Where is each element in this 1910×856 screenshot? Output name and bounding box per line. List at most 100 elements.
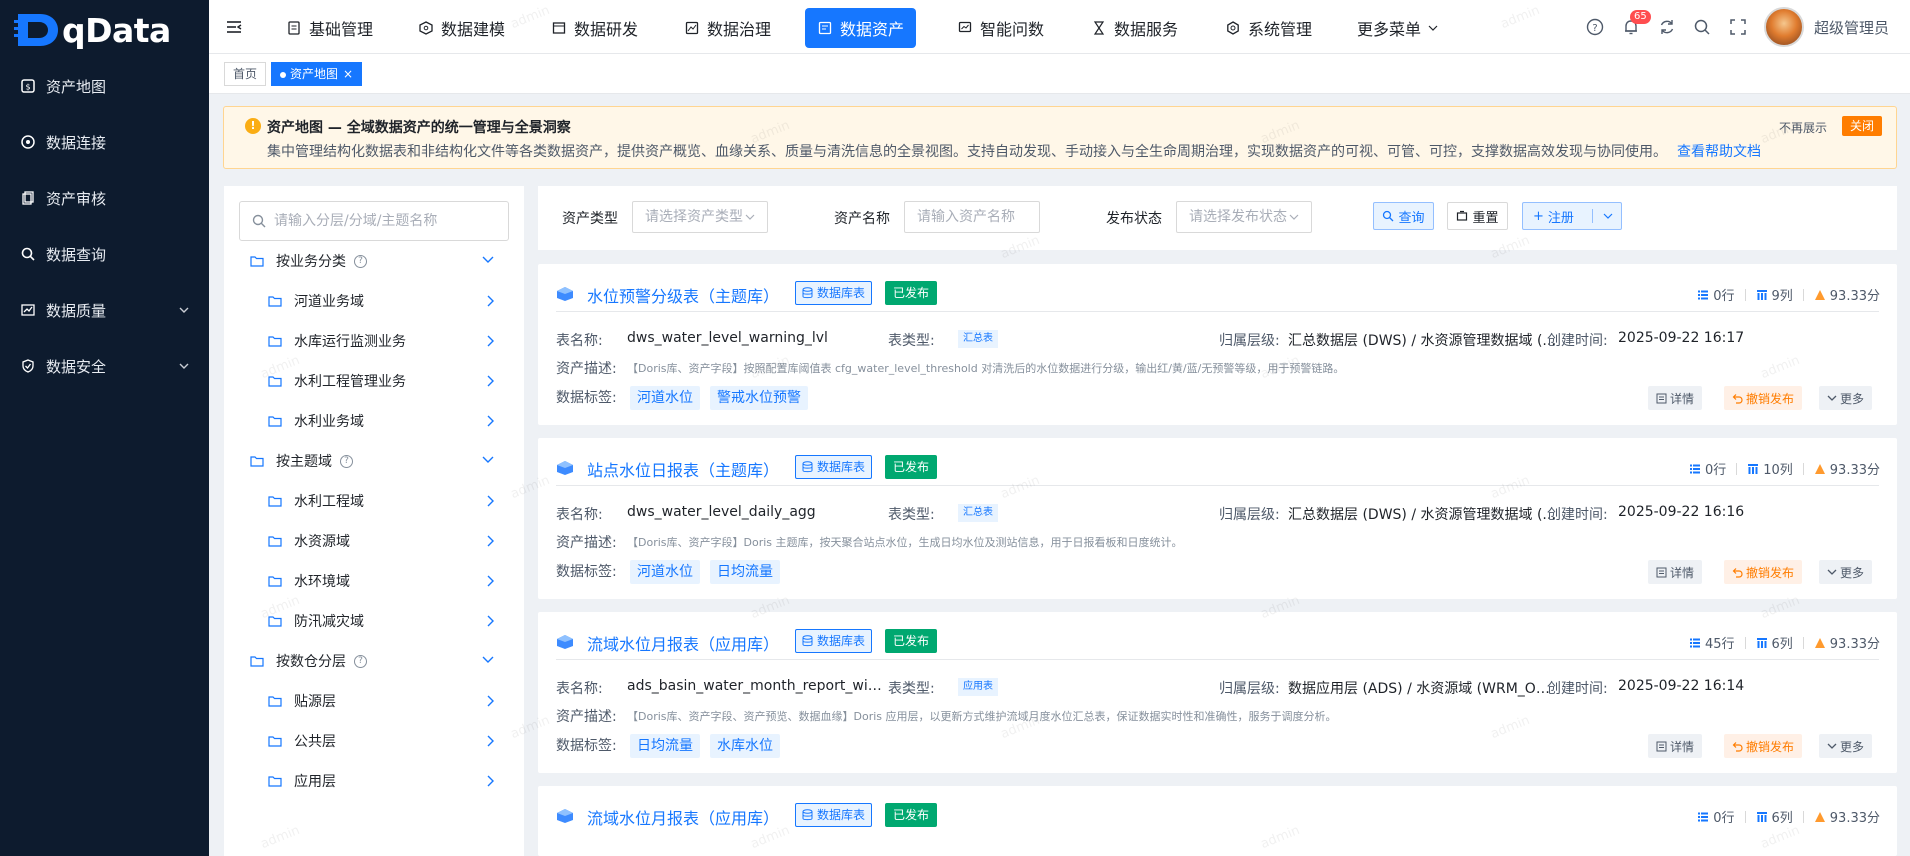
tree-item[interactable]: 应用层 <box>224 761 524 801</box>
nav-label: 智能问数 <box>980 20 1045 39</box>
table-name-label: 表名称: <box>556 507 603 523</box>
more-button[interactable]: 更多 <box>1819 560 1873 584</box>
nav-data-dev[interactable]: 数据研发 <box>539 8 650 48</box>
more-button[interactable]: 更多 <box>1819 734 1873 758</box>
tree-item[interactable]: 防汛减灾域 <box>224 601 524 641</box>
revoke-publish-button[interactable]: 撤销发布 <box>1724 386 1803 410</box>
tree-group[interactable]: 按主题域? <box>224 441 524 481</box>
revoke-publish-button[interactable]: 撤销发布 <box>1724 734 1803 758</box>
asset-type-select[interactable]: 请选择资产类型 <box>632 201 768 233</box>
tab-asset-map[interactable]: 资产地图 × <box>271 62 363 86</box>
publish-status-select[interactable]: 请选择发布状态 <box>1176 201 1312 233</box>
tree-item[interactable]: 水利业务域 <box>224 401 524 441</box>
sidebar-item-label: 资产审核 <box>46 189 107 208</box>
close-icon[interactable]: × <box>343 67 353 81</box>
divider <box>556 311 1879 312</box>
detail-button[interactable]: 详情 <box>1648 386 1703 410</box>
nav-data-service[interactable]: 数据服务 <box>1079 8 1190 48</box>
asset-title[interactable]: 水位预警分级表（主题库） <box>587 283 779 307</box>
refresh-icon[interactable] <box>1656 16 1678 38</box>
tree-group[interactable]: 按数仓分层? <box>224 641 524 681</box>
asset-name-input[interactable]: 请输入资产名称 <box>904 201 1040 233</box>
sidebar-item-asset-map[interactable]: $ 资产地图 <box>0 64 209 108</box>
username[interactable]: 超级管理员 <box>1814 17 1889 38</box>
layer-label: 归属层级: <box>1219 507 1280 523</box>
tree-item[interactable]: 水利工程管理业务 <box>224 361 524 401</box>
query-button[interactable]: 查询 <box>1373 202 1434 230</box>
tab-home[interactable]: 首页 <box>224 62 267 86</box>
sidebar-item-security[interactable]: 数据安全 <box>0 344 209 388</box>
help-icon[interactable]: ? <box>354 254 367 268</box>
tree-item-label: 水利业务域 <box>294 414 364 430</box>
asset-title[interactable]: 站点水位日报表（主题库） <box>587 457 779 481</box>
data-tag[interactable]: 河道水位 <box>630 560 700 584</box>
tree-item[interactable]: 水环境域 <box>224 561 524 601</box>
help-doc-link[interactable]: 查看帮助文档 <box>1677 144 1761 160</box>
status-badge: 已发布 <box>885 455 938 479</box>
sidebar-item-connection[interactable]: 数据连接 <box>0 120 209 164</box>
undo-icon <box>1732 567 1743 578</box>
help-icon[interactable]: ? <box>354 654 367 668</box>
tree-item[interactable]: 水库运行监测业务 <box>224 321 524 361</box>
app-logo[interactable]: qData <box>14 8 171 52</box>
revoke-publish-button[interactable]: 撤销发布 <box>1724 560 1803 584</box>
tree-item[interactable]: 贴源层 <box>224 681 524 721</box>
sidebar-item-label: 数据质量 <box>46 301 107 320</box>
more-button[interactable]: 更多 <box>1819 386 1873 410</box>
fullscreen-icon[interactable] <box>1727 16 1749 38</box>
tree-group[interactable]: 按业务分类? <box>224 241 524 281</box>
detail-icon <box>1656 393 1667 403</box>
help-icon[interactable]: ? <box>340 454 353 468</box>
tree-search[interactable] <box>239 201 509 241</box>
nav-system-management[interactable]: 系统管理 <box>1213 8 1324 48</box>
search-icon[interactable] <box>1691 16 1713 38</box>
asset-type-badge: 数据库表 <box>795 803 873 827</box>
data-tag[interactable]: 日均流量 <box>710 560 780 584</box>
sidebar-item-audit[interactable]: 资产审核 <box>0 176 209 220</box>
chevron-down-icon[interactable] <box>1603 212 1613 220</box>
filter-bar: 资产类型 请选择资产类型 资产名称 请输入资产名称 发布状态 请选择发布状态 查… <box>538 186 1897 250</box>
undo-icon <box>1732 741 1743 752</box>
folder-icon <box>250 254 266 268</box>
score-icon <box>1814 289 1825 300</box>
nav-basic-management[interactable]: 基础管理 <box>274 8 385 48</box>
bell-icon[interactable]: 65 <box>1620 10 1651 38</box>
data-tag[interactable]: 水库水位 <box>710 734 780 758</box>
tree-item[interactable]: 水利工程域 <box>224 481 524 521</box>
chevron-down-icon <box>1827 569 1837 575</box>
column-count: 9列 <box>1771 289 1793 304</box>
asset-title[interactable]: 流域水位月报表（应用库） <box>587 631 779 655</box>
tree-item-label: 应用层 <box>294 774 336 790</box>
detail-button[interactable]: 详情 <box>1648 560 1703 584</box>
data-tag[interactable]: 河道水位 <box>630 386 700 410</box>
nav-more-menu[interactable]: 更多菜单 <box>1345 8 1450 48</box>
asset-title[interactable]: 流域水位月报表（应用库） <box>587 805 779 829</box>
nav-data-assets[interactable]: 数据资产 <box>805 8 917 48</box>
asset-type-badge: 数据库表 <box>795 281 873 305</box>
database-icon <box>802 287 813 299</box>
nav-data-governance[interactable]: 数据治理 <box>672 8 783 48</box>
dont-show-again-button[interactable]: 不再展示 <box>1779 119 1827 136</box>
logo-icon <box>14 14 58 46</box>
folder-icon <box>268 574 284 588</box>
user-avatar[interactable] <box>1764 7 1804 47</box>
tree-item[interactable]: 公共层 <box>224 721 524 761</box>
nav-data-modeling[interactable]: 数据建模 <box>406 8 517 48</box>
asset-name-label: 资产名称 <box>834 211 890 227</box>
detail-button[interactable]: 详情 <box>1648 734 1703 758</box>
tree-item[interactable]: 河道业务域 <box>224 281 524 321</box>
columns-icon <box>1756 289 1767 300</box>
tree-item[interactable]: 水资源域 <box>224 521 524 561</box>
chevron-down-icon <box>179 363 189 369</box>
help-icon[interactable]: ? <box>1584 16 1606 38</box>
sidebar-item-quality[interactable]: 数据质量 <box>0 288 209 332</box>
nav-smart-query[interactable]: 智能问数 <box>945 8 1056 48</box>
register-button[interactable]: + 注册 <box>1522 202 1622 230</box>
data-tag[interactable]: 日均流量 <box>630 734 700 758</box>
menu-fold-icon[interactable] <box>225 18 243 36</box>
reset-button[interactable]: 重置 <box>1447 202 1508 230</box>
tree-search-input[interactable] <box>274 213 494 229</box>
sidebar-item-query[interactable]: 数据查询 <box>0 232 209 276</box>
close-notice-button[interactable]: 关闭 <box>1842 116 1883 136</box>
data-tag[interactable]: 警戒水位预警 <box>710 386 808 410</box>
